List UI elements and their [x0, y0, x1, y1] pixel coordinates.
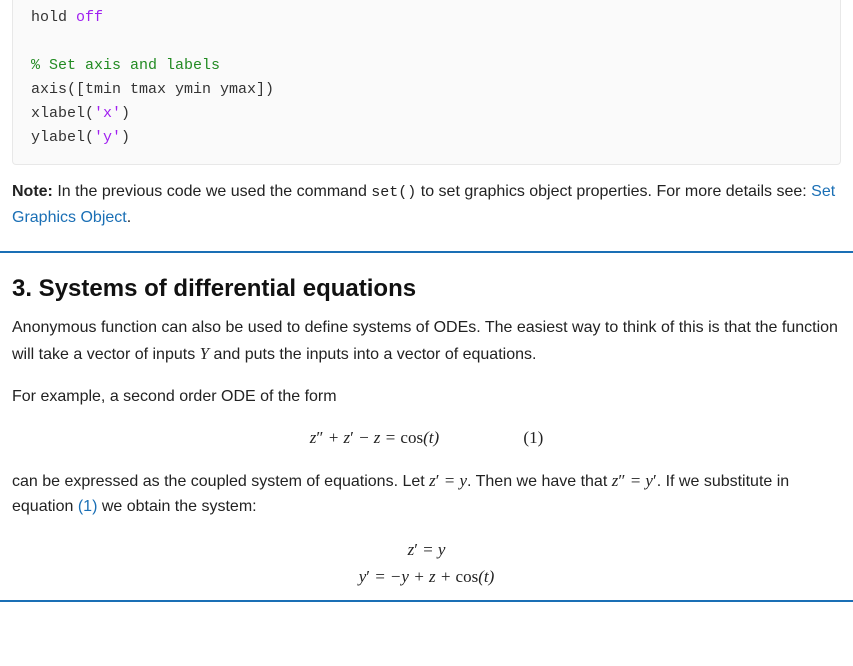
string-literal: 'x': [94, 105, 121, 122]
note-label: Note:: [12, 183, 53, 200]
text: . Then we have that: [467, 473, 612, 490]
paragraph: For example, a second order ODE of the f…: [12, 384, 841, 410]
keyword-off: off: [76, 9, 103, 26]
code-comment: % Set axis and labels: [31, 57, 220, 74]
section-divider: [0, 251, 853, 253]
text: and puts the inputs into a vector of equ…: [209, 346, 536, 363]
note-text: In the previous code we used the command: [53, 183, 371, 200]
note-paragraph: Note: In the previous code we used the c…: [0, 179, 853, 251]
equation-1: z″ + z′ − z = cos(t): [310, 428, 444, 447]
code-line: ylabel('y'): [31, 129, 130, 146]
equation-system-line-1: z′ = y: [12, 536, 841, 563]
math-inline: z″ = y′: [612, 471, 657, 490]
paragraph: can be expressed as the coupled system o…: [12, 467, 841, 520]
inline-code: set(): [371, 184, 416, 201]
math-var-Y: Y: [200, 344, 209, 363]
equation-number: (1): [523, 425, 543, 451]
paragraph: Anonymous function can also be used to d…: [12, 315, 841, 368]
section-systems-odes: 3. Systems of differential equations Ano…: [0, 271, 853, 599]
string-literal: 'y': [94, 129, 121, 146]
text: can be expressed as the coupled system o…: [12, 473, 429, 490]
section-heading: 3. Systems of differential equations: [12, 271, 841, 307]
code-block: hold off % Set axis and labels axis([tmi…: [12, 0, 841, 165]
code-line: xlabel('x'): [31, 105, 130, 122]
equation-system-line-2: y′ = −y + z + cos(t): [12, 563, 841, 590]
code-line: axis([tmin tmax ymin ymax]): [31, 81, 274, 98]
equation-display: z″ + z′ − z = cos(t) (1): [12, 425, 841, 451]
equation-system: z′ = y y′ = −y + z + cos(t): [12, 536, 841, 590]
equation-ref-1[interactable]: (1): [78, 498, 98, 515]
note-text: .: [127, 209, 131, 226]
bottom-divider: [0, 600, 853, 602]
note-text: to set graphics object properties. For m…: [416, 183, 811, 200]
math-inline: z′ = y: [429, 471, 467, 490]
code-line: hold off: [31, 9, 103, 26]
text: we obtain the system:: [97, 498, 256, 515]
